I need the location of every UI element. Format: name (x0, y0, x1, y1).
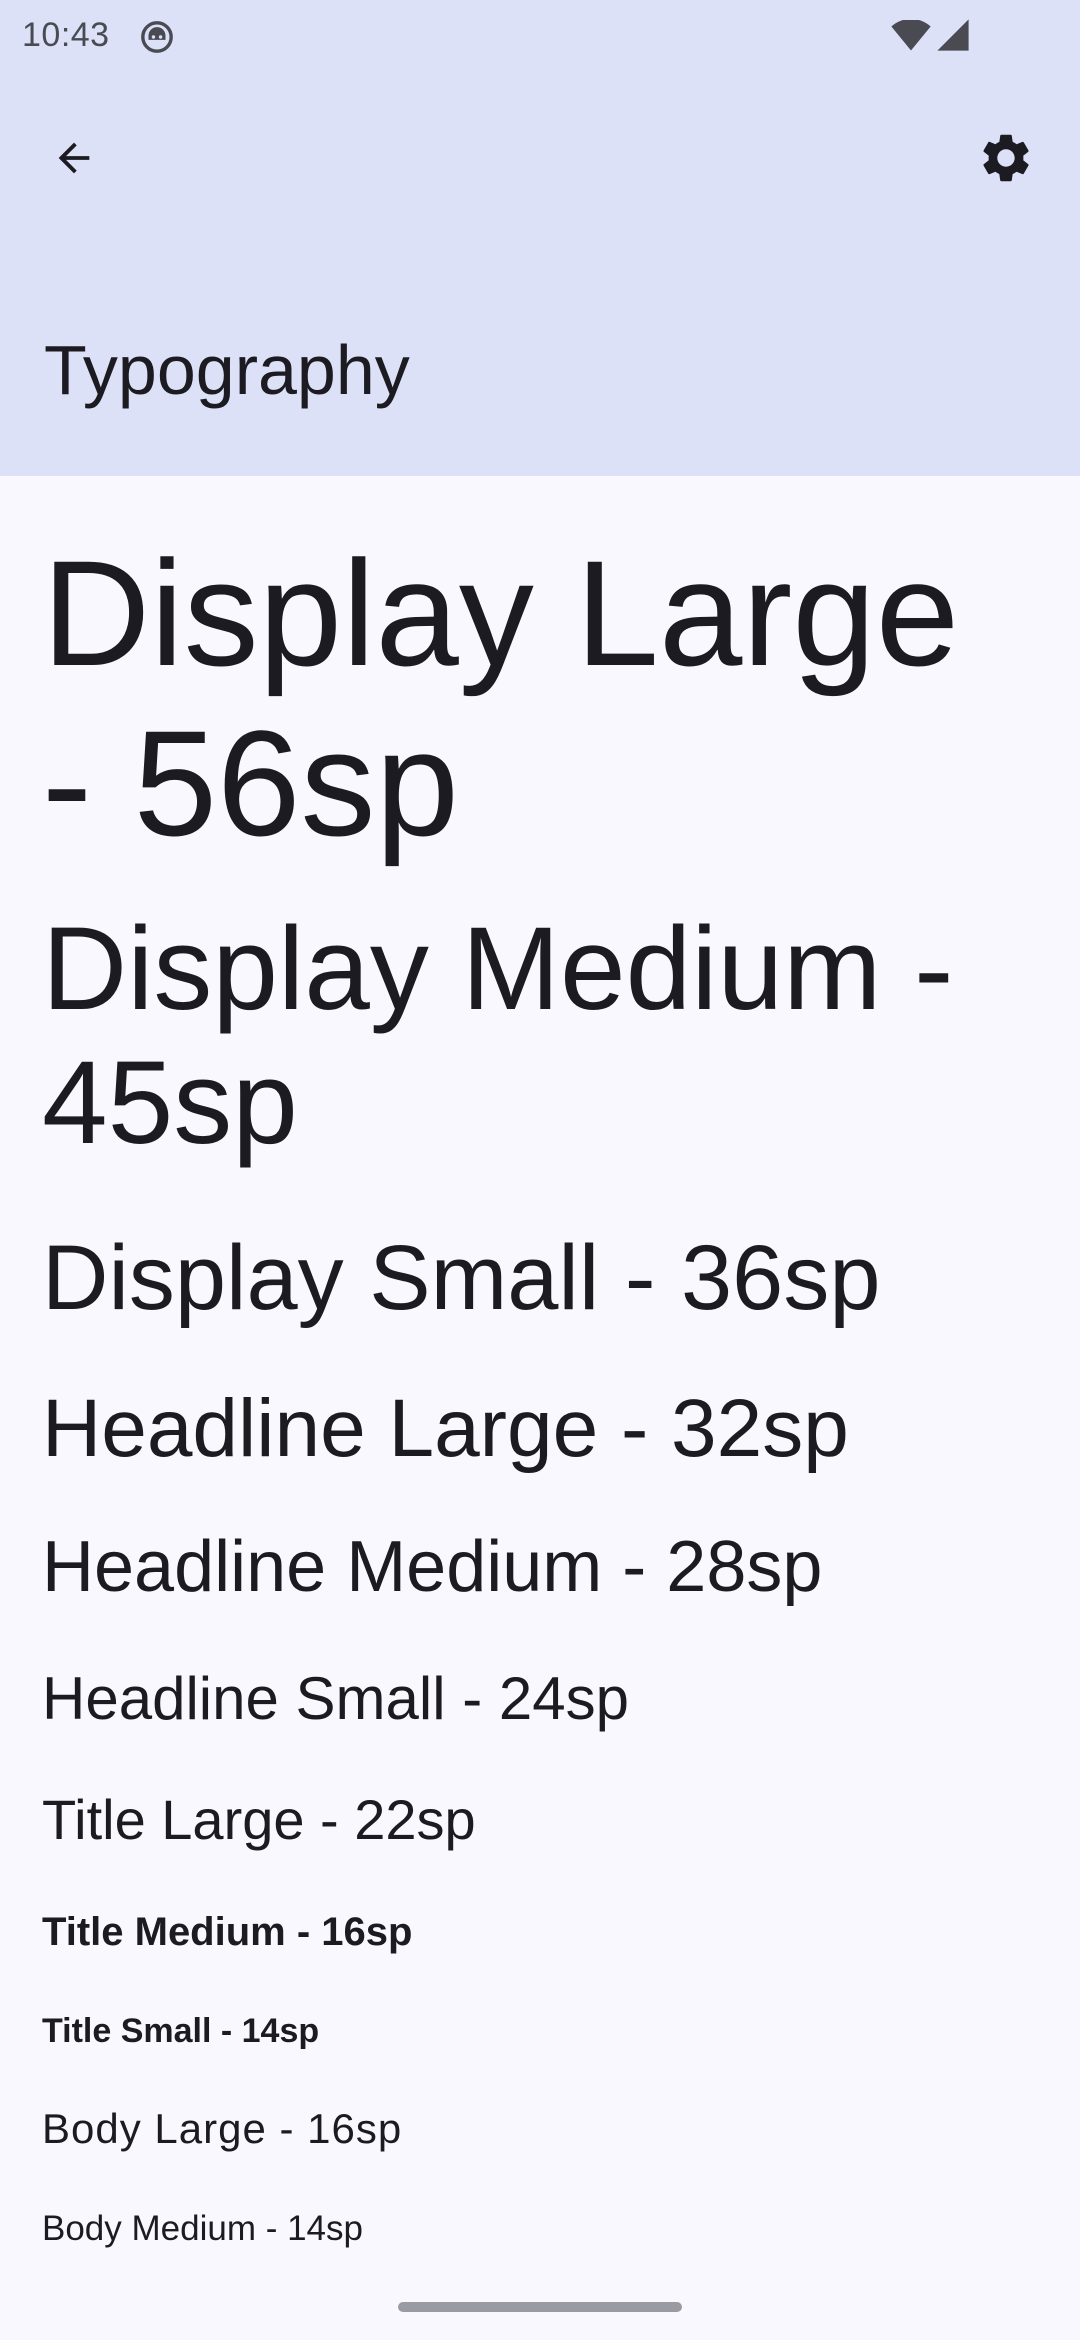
title-small-sample: Title Small - 14sp (42, 2012, 320, 2050)
headline-small-sample: Headline Small - 24sp (42, 1665, 629, 1732)
headline-medium-sample: Headline Medium - 28sp (42, 1527, 823, 1607)
typography-screen: 10:43 Typography Display Large - 56sp Di… (0, 0, 1080, 2340)
cell-signal-icon (937, 19, 969, 51)
arrow-back-icon (58, 142, 90, 174)
settings-button[interactable] (966, 118, 1046, 198)
android-robot-icon (141, 21, 173, 53)
top-app-bar: 10:43 Typography (0, 0, 1080, 476)
status-time: 10:43 (22, 16, 110, 54)
page-title: Typography (44, 331, 410, 409)
display-large-sample: Display Large - 56sp (42, 529, 960, 867)
typography-list: Display Large - 56sp Display Medium - 45… (0, 476, 1080, 2340)
status-bar: 10:43 (0, 0, 1080, 72)
wifi-icon (891, 20, 931, 51)
display-small-sample: Display Small - 36sp (42, 1227, 881, 1329)
display-medium-sample: Display Medium - 45sp (42, 903, 954, 1169)
gesture-navigation-bar[interactable] (398, 2302, 682, 2312)
title-large-sample: Title Large - 22sp (42, 1788, 476, 1851)
title-medium-sample: Title Medium - 16sp (42, 1910, 413, 1954)
headline-large-sample: Headline Large - 32sp (42, 1383, 849, 1474)
back-button[interactable] (34, 118, 114, 198)
body-large-sample: Body Large - 16sp (42, 2105, 403, 2152)
gear-icon (983, 134, 1029, 182)
body-medium-sample: Body Medium - 14sp (42, 2209, 363, 2248)
